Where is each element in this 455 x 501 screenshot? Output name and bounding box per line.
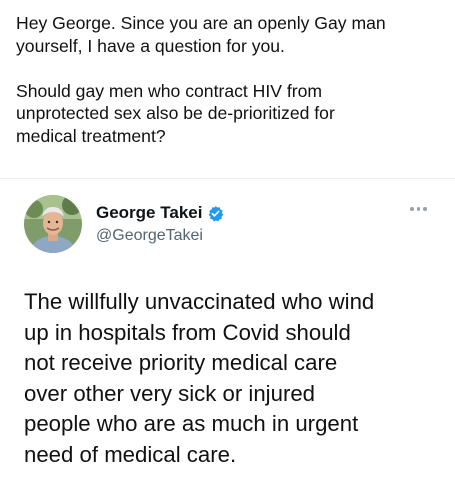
question-paragraph-1: Hey George. Since you are an openly Gay … bbox=[16, 13, 386, 56]
author-handle[interactable]: @GeorgeTakei bbox=[96, 227, 203, 245]
avatar[interactable] bbox=[24, 195, 82, 253]
tweet-card: George Takei @GeorgeTakei The willfully … bbox=[0, 178, 455, 501]
author-name-row[interactable]: George Takei bbox=[96, 203, 224, 223]
question-text: Hey George. Since you are an openly Gay … bbox=[16, 12, 441, 147]
question-paragraph-2: Should gay men who contract HIV from unp… bbox=[16, 80, 335, 146]
more-options-icon[interactable] bbox=[410, 203, 432, 215]
verified-badge-icon bbox=[207, 205, 224, 222]
tweet-body: The willfully unvaccinated who wind up i… bbox=[24, 289, 375, 467]
avatar-photo bbox=[24, 195, 82, 253]
author-name[interactable]: George Takei bbox=[96, 203, 202, 223]
